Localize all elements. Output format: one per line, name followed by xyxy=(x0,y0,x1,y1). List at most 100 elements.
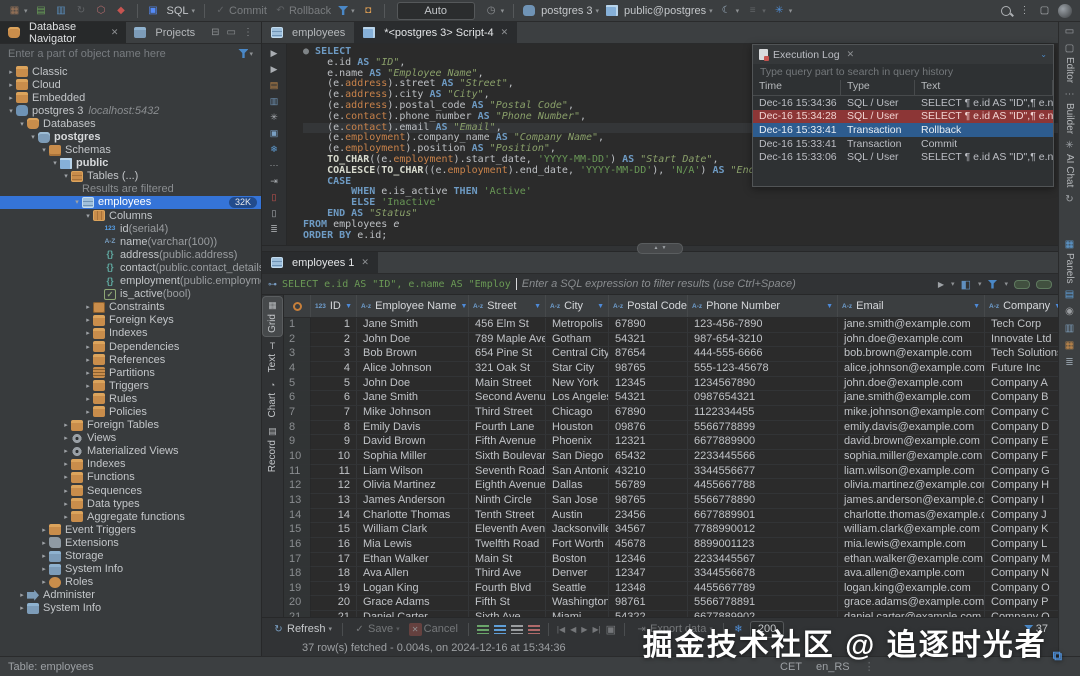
row-number-cell[interactable]: 8 xyxy=(284,421,311,436)
cell-email[interactable]: mia.lewis@example.com xyxy=(838,538,985,553)
tree-chevron-icon[interactable]: ▸ xyxy=(83,356,93,364)
cell-phone-number[interactable]: 555-123-45678 xyxy=(688,362,838,377)
cell-city[interactable]: Star City xyxy=(546,362,609,377)
tree-chevron-icon[interactable]: ▸ xyxy=(61,487,71,495)
row-number-cell[interactable]: 18 xyxy=(284,567,311,582)
column-header-email[interactable]: A-zEmail▼ xyxy=(838,295,985,317)
view-tab-record[interactable]: ▤Record xyxy=(263,423,282,475)
panel-tool-icon[interactable]: ⊟ xyxy=(211,27,219,38)
grid-corner-cell[interactable] xyxy=(284,295,311,317)
cell-id[interactable]: 18 xyxy=(311,567,357,582)
tree-item-aggregate-functions[interactable]: ▸Aggregate functions xyxy=(0,510,261,523)
tree-item-address[interactable]: {}address (public.address) xyxy=(0,248,261,261)
log-column-text[interactable]: Text xyxy=(915,80,1053,95)
next-page-icon[interactable]: ▶ xyxy=(581,625,587,634)
filter-rows-icon[interactable] xyxy=(987,280,997,289)
avatar[interactable] xyxy=(1056,2,1074,20)
cell-employee-name[interactable]: David Brown xyxy=(357,435,469,450)
tab-employees[interactable]: employees xyxy=(262,22,354,43)
cell-city[interactable]: Chicago xyxy=(546,406,609,421)
compare-remove-icon[interactable] xyxy=(528,625,540,634)
ai-actions-icon[interactable]: ✳▾ xyxy=(771,2,795,20)
cell-street[interactable]: Main St xyxy=(469,553,546,568)
cell-street[interactable]: 789 Maple Ave xyxy=(469,333,546,348)
open-folder-icon[interactable]: ▥ xyxy=(53,2,70,20)
chevron-down-icon[interactable]: ▾ xyxy=(1004,280,1008,288)
cell-phone-number[interactable]: 1122334455 xyxy=(688,406,838,421)
cell-employee-name[interactable]: Mia Lewis xyxy=(357,538,469,553)
previous-page-icon[interactable]: ◀ xyxy=(570,625,576,634)
cell-street[interactable]: 456 Elm St xyxy=(469,318,546,333)
cell-street[interactable]: Tenth Street xyxy=(469,509,546,524)
tree-chevron-icon[interactable]: ▸ xyxy=(61,460,71,468)
cell-employee-name[interactable]: Olivia Martinez xyxy=(357,479,469,494)
tree-chevron-icon[interactable]: ▸ xyxy=(83,316,93,324)
cell-street[interactable]: Main Street xyxy=(469,377,546,392)
cell-street[interactable]: Third Street xyxy=(469,406,546,421)
chevron-down-icon[interactable]: ▾ xyxy=(978,280,982,288)
sort-chevron-icon[interactable]: ▼ xyxy=(460,303,467,310)
tab-database-navigator[interactable]: Database Navigator✕ xyxy=(0,22,126,43)
cell-street[interactable]: Seventh Road xyxy=(469,465,546,480)
refresh-icon[interactable]: ↻ xyxy=(1065,194,1073,205)
row-number-cell[interactable]: 15 xyxy=(284,523,311,538)
cell-company[interactable]: Company F xyxy=(985,450,1058,465)
structure-list-icon[interactable]: ≣ xyxy=(267,223,281,235)
keymap-panel-icon[interactable]: ▥ xyxy=(1065,323,1074,334)
cell-email[interactable]: john.doe@example.com xyxy=(838,377,985,392)
cell-postal-code[interactable]: 23456 xyxy=(609,509,688,524)
cell-phone-number[interactable]: 3344556678 xyxy=(688,567,838,582)
cell-city[interactable]: Boston xyxy=(546,553,609,568)
view-tab-chart[interactable]: ◔Chart xyxy=(263,377,282,420)
cell-employee-name[interactable]: Alice Johnson xyxy=(357,362,469,377)
cell-email[interactable]: grace.adams@example.com xyxy=(838,596,985,611)
cell-city[interactable]: Central City xyxy=(546,347,609,362)
tab-employees-1[interactable]: employees 1 ✕ xyxy=(262,252,378,273)
cell-id[interactable]: 3 xyxy=(311,347,357,362)
tree-item-is-active[interactable]: ✓is_active (bool) xyxy=(0,288,261,301)
tree-chevron-icon[interactable]: ▾ xyxy=(61,172,71,180)
view-tab-grid[interactable]: ▦Grid xyxy=(263,297,282,336)
cell-street[interactable]: Second Avenue xyxy=(469,391,546,406)
tree-item-data-types[interactable]: ▸Data types xyxy=(0,497,261,510)
tree-chevron-icon[interactable]: ▸ xyxy=(61,421,71,429)
tree-item-cloud[interactable]: ▸Cloud xyxy=(0,78,261,91)
cell-email[interactable]: logan.king@example.com xyxy=(838,582,985,597)
navigator-filter-icon[interactable] xyxy=(238,49,248,58)
cell-id[interactable]: 16 xyxy=(311,538,357,553)
cell-city[interactable]: Jacksonville xyxy=(546,523,609,538)
row-number-cell[interactable]: 14 xyxy=(284,509,311,524)
panel-tool-icon[interactable]: ▭ xyxy=(227,27,236,38)
cell-company[interactable]: Tech Solutions xyxy=(985,347,1058,362)
row-number-cell[interactable]: 11 xyxy=(284,465,311,480)
cell-employee-name[interactable]: Ethan Walker xyxy=(357,553,469,568)
cell-employee-name[interactable]: Logan King xyxy=(357,582,469,597)
cell-id[interactable]: 14 xyxy=(311,509,357,524)
column-header-employee-name[interactable]: A-zEmployee Name▼ xyxy=(357,295,469,317)
view-tab-text[interactable]: TText xyxy=(263,338,282,375)
row-number-cell[interactable]: 1 xyxy=(284,318,311,333)
tree-item-storage[interactable]: ▸Storage xyxy=(0,549,261,562)
cell-postal-code[interactable]: 98765 xyxy=(609,362,688,377)
tree-chevron-icon[interactable]: ▾ xyxy=(6,107,16,115)
rollback-button[interactable]: ↶Rollback xyxy=(272,2,333,20)
tree-chevron-icon[interactable]: ▸ xyxy=(61,447,71,455)
column-header-street[interactable]: A-zStreet▼ xyxy=(469,295,546,317)
cell-id[interactable]: 5 xyxy=(311,377,357,392)
cell-email[interactable]: james.anderson@example.com xyxy=(838,494,985,509)
cell-email[interactable]: bob.brown@example.com xyxy=(838,347,985,362)
execution-log-search-input[interactable]: Type query part to search in query histo… xyxy=(753,64,1053,80)
cell-street[interactable]: Ninth Circle xyxy=(469,494,546,509)
cell-company[interactable]: Company E xyxy=(985,435,1058,450)
cell-company[interactable]: Company N xyxy=(985,567,1058,582)
row-number-cell[interactable]: 17 xyxy=(284,553,311,568)
cell-phone-number[interactable]: 5566778899 xyxy=(688,421,838,436)
cell-city[interactable]: San Antonio xyxy=(546,465,609,480)
row-number-cell[interactable]: 20 xyxy=(284,596,311,611)
cell-postal-code[interactable]: 98765 xyxy=(609,494,688,509)
cell-phone-number[interactable]: 6677889901 xyxy=(688,509,838,524)
cell-phone-number[interactable]: 2233445567 xyxy=(688,553,838,568)
layers-panel-icon[interactable]: ≣ xyxy=(1065,357,1073,368)
cell-street[interactable]: Sixth Boulevard xyxy=(469,450,546,465)
folders-icon[interactable]: ▤ xyxy=(33,2,50,20)
